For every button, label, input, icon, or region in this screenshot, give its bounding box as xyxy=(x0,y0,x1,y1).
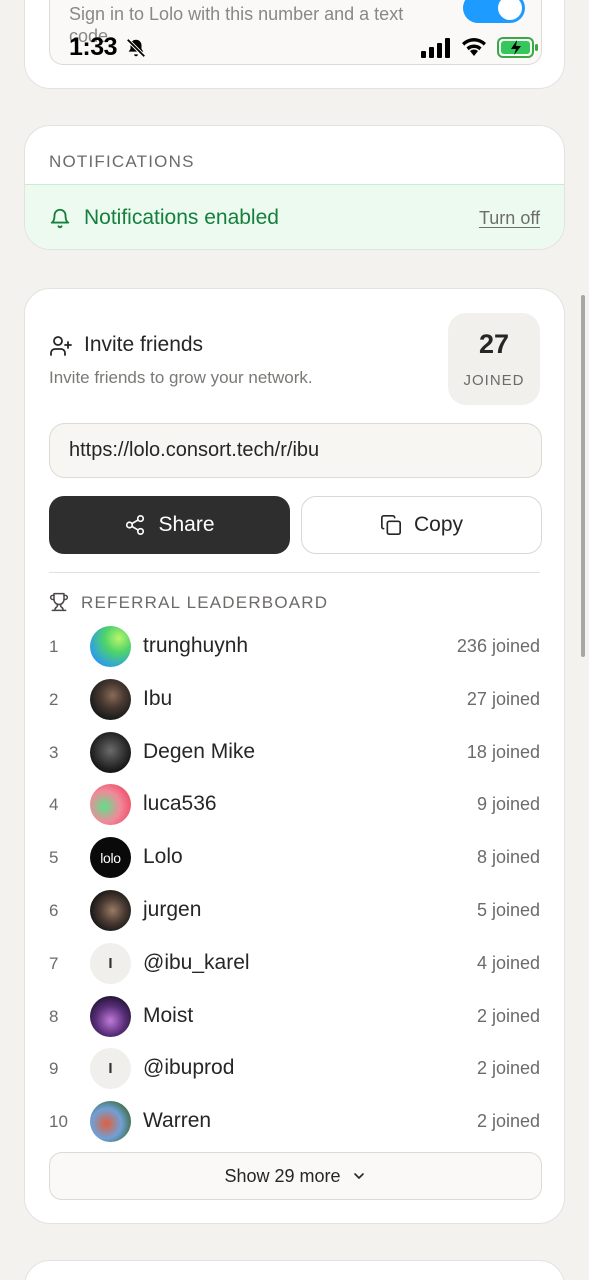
rank: 8 xyxy=(49,1006,59,1026)
table-row[interactable]: 9 I @ibuprod 2 joined xyxy=(49,1042,540,1095)
scrollbar[interactable] xyxy=(581,295,585,657)
rank: 6 xyxy=(49,900,59,920)
joined-count: 5 joined xyxy=(476,899,540,920)
share-button-label: Share xyxy=(158,513,215,536)
joined-label: JOINED xyxy=(463,372,525,389)
user-name: jurgen xyxy=(143,897,202,921)
signin-toggle[interactable] xyxy=(463,0,525,23)
user-name: @ibu_karel xyxy=(143,950,250,974)
avatar xyxy=(90,784,131,826)
joined-count: 27 xyxy=(478,329,510,359)
table-row[interactable]: 5 lolo Lolo 8 joined xyxy=(49,831,540,884)
add-user-icon xyxy=(50,336,72,356)
user-name: @ibuprod xyxy=(143,1056,235,1080)
avatar xyxy=(90,731,131,773)
chevron-down-icon xyxy=(353,1173,364,1179)
rank: 10 xyxy=(49,1112,68,1132)
table-row[interactable]: 6 jurgen 5 joined xyxy=(49,884,540,937)
user-name: Warren xyxy=(143,1109,212,1133)
share-icon xyxy=(126,515,145,535)
rank: 1 xyxy=(49,637,59,656)
referral-link-field[interactable]: https://lolo.consort.tech/r/ibu xyxy=(49,423,542,478)
joined-count: 2 joined xyxy=(476,1058,540,1079)
avatar xyxy=(90,626,131,667)
copy-icon xyxy=(380,515,401,535)
table-row[interactable]: 4 luca536 9 joined xyxy=(49,778,540,831)
avatar xyxy=(90,889,131,931)
rank: 5 xyxy=(49,848,59,868)
avatar xyxy=(90,995,131,1037)
status-time: 1:33 xyxy=(69,33,118,61)
invite-friends-card: Invite friends Invite friends to grow yo… xyxy=(24,288,565,1224)
table-row[interactable]: 10 Warren 2 joined xyxy=(49,1095,540,1148)
joined-count-badge: 27 JOINED xyxy=(448,313,540,405)
bell-icon xyxy=(50,208,70,229)
avatar: I xyxy=(90,1048,131,1090)
avatar xyxy=(90,678,131,720)
table-row[interactable]: 2 Ibu 27 joined xyxy=(49,673,540,726)
table-row[interactable]: 1 trunghuynh 236 joined xyxy=(49,620,540,673)
avatar: I xyxy=(90,942,131,984)
invite-title: Invite friends xyxy=(84,333,204,356)
rank: 3 xyxy=(49,742,59,762)
user-name: Lolo xyxy=(143,845,183,869)
user-name: Degen Mike xyxy=(143,739,256,763)
user-name: Moist xyxy=(143,1003,194,1027)
notifications-status-text: Notifications enabled xyxy=(84,206,279,229)
divider xyxy=(49,572,540,573)
joined-count: 18 joined xyxy=(466,741,540,762)
rank: 4 xyxy=(49,795,59,815)
table-row[interactable]: 8 Moist 2 joined xyxy=(49,990,540,1043)
joined-count: 2 joined xyxy=(476,1005,540,1026)
invite-subtitle: Invite friends to grow your network. xyxy=(49,368,313,387)
leaderboard-list: 1 trunghuynh 236 joined 2 Ibu 27 joined … xyxy=(49,620,540,1148)
user-name: trunghuynh xyxy=(143,634,249,657)
avatar xyxy=(90,1101,131,1143)
wifi-icon xyxy=(462,38,486,56)
show-more-button[interactable]: Show 29 more xyxy=(49,1152,542,1200)
joined-count: 9 joined xyxy=(476,794,540,815)
next-card xyxy=(24,1260,565,1280)
joined-count: 8 joined xyxy=(476,847,540,868)
table-row[interactable]: 3 Degen Mike 18 joined xyxy=(49,726,540,779)
table-row[interactable]: 7 I @ibu_karel 4 joined xyxy=(49,937,540,990)
rank: 2 xyxy=(49,689,59,709)
rank: 9 xyxy=(49,1059,59,1079)
joined-count: 27 joined xyxy=(466,688,540,709)
rank: 7 xyxy=(49,953,59,973)
user-name: luca536 xyxy=(143,792,217,816)
leaderboard-title: REFERRAL LEADERBOARD xyxy=(81,593,329,612)
turn-off-link[interactable]: Turn off xyxy=(479,208,540,229)
joined-count: 4 joined xyxy=(476,952,540,973)
copy-button-label: Copy xyxy=(413,513,464,536)
cellular-signal-icon xyxy=(421,38,450,58)
avatar: lolo xyxy=(90,837,131,879)
trophy-icon xyxy=(49,592,69,612)
bell-off-icon xyxy=(126,38,146,58)
show-more-label: Show 29 more xyxy=(224,1165,341,1186)
share-button[interactable]: Share xyxy=(49,496,290,554)
notifications-status-row: Notifications enabled Turn off xyxy=(25,184,564,249)
user-name: Ibu xyxy=(143,686,173,710)
joined-count: 236 joined xyxy=(456,636,540,656)
copy-button[interactable]: Copy xyxy=(301,496,542,554)
joined-count: 2 joined xyxy=(476,1111,540,1132)
notifications-card: NOTIFICATIONS Notifications enabled Turn… xyxy=(24,125,565,250)
notifications-section-title: NOTIFICATIONS xyxy=(49,152,195,171)
battery-charging-icon xyxy=(497,37,538,58)
